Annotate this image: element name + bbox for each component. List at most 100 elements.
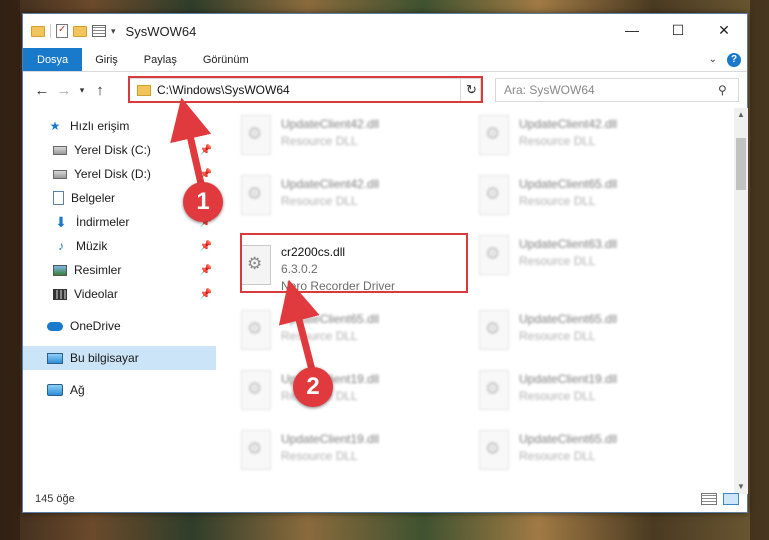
scrollbar-thumb[interactable] xyxy=(736,138,746,190)
maximize-button[interactable]: ☐ xyxy=(655,14,701,46)
new-folder-icon[interactable] xyxy=(73,25,87,37)
sidebar-item-disk-c[interactable]: Yerel Disk (C:) 📌 xyxy=(23,138,216,162)
recent-locations-icon[interactable]: ▾ xyxy=(75,85,89,96)
sidebar-item-label: Belgeler xyxy=(71,191,116,205)
file-tile[interactable]: UpdateClient63.dll Resource DLL xyxy=(465,232,691,284)
file-tile[interactable]: UpdateClient42.dll Resource DLL xyxy=(227,112,453,164)
sidebar-item-label: Müzik xyxy=(76,239,108,253)
file-tile-cr2200cs[interactable]: cr2200cs.dll 6.3.0.2 Nero Recorder Drive… xyxy=(227,242,453,302)
file-tile[interactable]: UpdateClient42.dll Resource DLL xyxy=(465,112,691,164)
file-name: UpdateClient65.dll xyxy=(519,312,618,326)
view-options-icon[interactable] xyxy=(92,25,106,37)
ribbon-controls: ⌄ ? xyxy=(709,48,747,71)
window-controls: — ☐ ✕ xyxy=(609,14,747,46)
file-name: UpdateClient65.dll xyxy=(519,432,618,446)
close-button[interactable]: ✕ xyxy=(701,14,747,46)
pin-icon[interactable]: 📌 xyxy=(200,145,212,156)
pin-icon[interactable]: 📌 xyxy=(200,241,212,252)
sidebar-item-this-pc[interactable]: Bu bilgisayar xyxy=(23,346,216,370)
scroll-up-icon[interactable]: ▲ xyxy=(734,108,748,122)
tab-file[interactable]: Dosya xyxy=(23,48,83,71)
file-tile[interactable]: UpdateClient65.dll Resource DLL xyxy=(465,427,691,479)
search-box[interactable]: Ara: SysWOW64 ⚲ xyxy=(495,78,739,102)
details-view-icon[interactable] xyxy=(701,493,717,505)
file-description: Resource DLL xyxy=(281,329,358,343)
background-tree xyxy=(0,0,20,540)
sidebar-item-label: Yerel Disk (D:) xyxy=(74,167,151,181)
file-name: UpdateClient65.dll xyxy=(519,177,618,191)
pictures-icon xyxy=(53,264,67,276)
file-tile[interactable]: UpdateClient65.dll Resource DLL xyxy=(465,172,691,224)
file-tile[interactable]: UpdateClient19.dllResource DLL xyxy=(227,427,453,479)
pin-icon[interactable]: 📌 xyxy=(200,289,212,300)
vertical-scrollbar[interactable]: ▲ ▼ xyxy=(734,108,748,494)
dll-file-icon xyxy=(241,245,271,285)
file-tile[interactable]: UpdateClient19.dllResource DLL xyxy=(465,367,691,419)
file-list: UpdateClient42.dll Resource DLL UpdateCli… xyxy=(227,112,733,482)
refresh-button[interactable]: ↻ xyxy=(460,78,482,102)
file-tile[interactable]: UpdateClient42.dll Resource DLL xyxy=(227,172,453,224)
pin-icon[interactable]: 📌 xyxy=(200,265,212,276)
sidebar-item-label: Resimler xyxy=(74,263,122,277)
disk-icon xyxy=(53,169,67,179)
up-arrow-icon[interactable]: ↑ xyxy=(89,82,111,99)
search-icon: ⚲ xyxy=(718,83,727,97)
sidebar-item-quick-access[interactable]: ★ Hızlı erişim xyxy=(23,114,216,138)
file-name: UpdateClient42.dll xyxy=(281,117,380,131)
tab-home[interactable]: Giriş xyxy=(82,48,131,71)
file-tile[interactable]: UpdateClient65.dll Resource DLL xyxy=(227,307,453,359)
dll-file-icon xyxy=(479,235,509,275)
tab-share[interactable]: Paylaş xyxy=(131,48,190,71)
dll-file-icon xyxy=(241,370,271,410)
disk-icon xyxy=(53,145,67,155)
pin-icon[interactable]: 📌 xyxy=(200,169,212,180)
sidebar-item-videos[interactable]: Videolar 📌 xyxy=(23,282,216,306)
customize-toolbar-icon[interactable]: ▾ xyxy=(111,26,116,37)
sidebar-item-music[interactable]: ♪ Müzik 📌 xyxy=(23,234,216,258)
dll-file-icon xyxy=(479,370,509,410)
sidebar-item-onedrive[interactable]: OneDrive xyxy=(23,314,216,338)
properties-icon[interactable] xyxy=(56,24,68,38)
explorer-window: ▾ SysWOW64 — ☐ ✕ Dosya Giriş Paylaş Görü… xyxy=(22,13,748,513)
forward-arrow-icon[interactable]: → xyxy=(53,82,75,99)
expand-ribbon-icon[interactable]: ⌄ xyxy=(709,54,717,65)
help-icon[interactable]: ? xyxy=(727,52,741,67)
sidebar-item-label: Ağ xyxy=(70,383,85,397)
sidebar-item-disk-d[interactable]: Yerel Disk (D:) 📌 xyxy=(23,162,216,186)
tab-view[interactable]: Görünüm xyxy=(190,48,262,71)
background-tree xyxy=(750,0,769,540)
dll-file-icon xyxy=(241,175,271,215)
window-title: SysWOW64 xyxy=(125,23,197,39)
file-description: Resource DLL xyxy=(519,194,596,208)
ribbon-tabs: Dosya Giriş Paylaş Görünüm ⌄ ? xyxy=(23,48,747,72)
onedrive-icon xyxy=(47,321,63,331)
sidebar-item-label: Yerel Disk (C:) xyxy=(74,143,151,157)
documents-icon xyxy=(53,191,64,205)
back-arrow-icon[interactable]: ← xyxy=(31,82,53,99)
sidebar-item-pictures[interactable]: Resimler 📌 xyxy=(23,258,216,282)
file-tile[interactable]: UpdateClient19.dllResource DLL xyxy=(227,367,453,419)
dll-file-icon xyxy=(479,310,509,350)
tiles-view-icon[interactable] xyxy=(723,493,739,505)
sidebar-item-label: İndirmeler xyxy=(76,215,130,229)
file-name: UpdateClient42.dll xyxy=(519,117,618,131)
divider xyxy=(50,24,51,38)
file-name: UpdateClient19.dll xyxy=(519,372,618,386)
folder-icon xyxy=(137,84,151,96)
file-description: Resource DLL xyxy=(519,329,596,343)
minimize-button[interactable]: — xyxy=(609,14,655,46)
file-description: Resource DLL xyxy=(281,449,358,463)
dll-file-icon xyxy=(241,115,271,155)
file-tile[interactable]: UpdateClient65.dll Resource DLL xyxy=(465,307,691,359)
item-count: 145 öğe xyxy=(35,493,75,505)
address-path[interactable]: C:\Windows\SysWOW64 xyxy=(157,83,462,97)
sidebar-item-label: Hızlı erişim xyxy=(70,119,130,133)
navigation-bar: ← → ▾ ↑ C:\Windows\SysWOW64 ⌄ ↻ Ara: Sys… xyxy=(23,74,747,106)
file-name: UpdateClient63.dll xyxy=(519,237,618,251)
address-bar[interactable]: C:\Windows\SysWOW64 ⌄ xyxy=(129,78,481,102)
file-name: UpdateClient42.dll xyxy=(281,177,380,191)
search-input[interactable]: Ara: SysWOW64 xyxy=(496,83,718,97)
title-bar: ▾ SysWOW64 — ☐ ✕ xyxy=(23,14,747,48)
star-icon: ★ xyxy=(49,119,61,133)
sidebar-item-network[interactable]: Ağ xyxy=(23,378,216,402)
